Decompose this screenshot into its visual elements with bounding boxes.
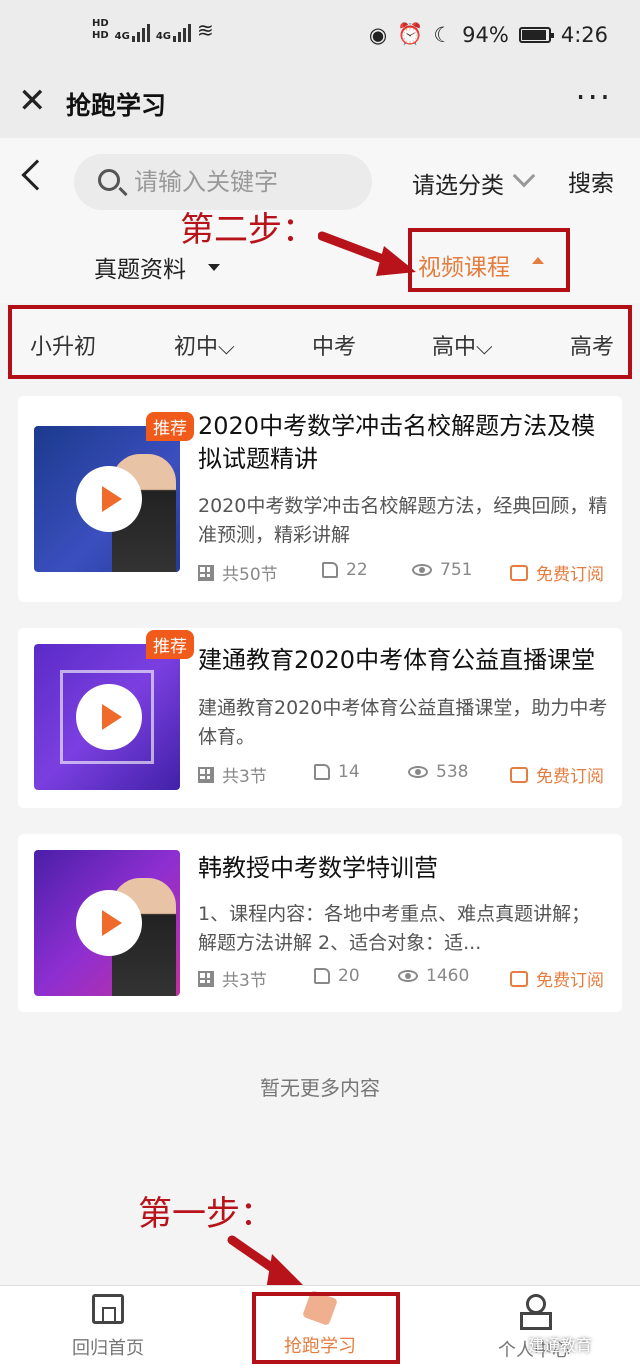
tab-xiaoshengchu[interactable]: 小升初 [30,329,96,361]
eye-comfort-icon: ◉ [368,22,388,47]
course-card[interactable]: 韩教授中考数学特训营 1、课程内容：各地中考重点、难点真题讲解；解题方法讲解 2… [18,834,622,1012]
hd1-label: HD [92,18,109,29]
more-icon[interactable]: ··· [575,78,612,116]
back-arrow-icon[interactable] [21,159,53,191]
course-thumbnail[interactable] [34,426,180,572]
search-input[interactable] [134,164,354,200]
views-icon [408,766,428,778]
caret-up-icon [532,257,544,264]
lessons-icon [198,564,214,581]
net2-label: 4G [155,31,172,42]
page-title: 抢跑学习 [66,91,167,120]
recommend-badge: 推荐 [146,630,194,659]
course-title[interactable]: 2020中考数学冲击名校解题方法及模拟试题精讲 [198,410,608,476]
watermark: 建通教育 [528,1336,593,1355]
lesson-count: 共50节 [222,565,278,585]
caret-down-icon [208,264,220,271]
annotation-arrow-step2 [318,231,416,276]
status-indicators: HD HD 4G 4G ≋ [92,18,214,42]
like-icon [322,562,338,578]
course-meta: 共3节 20 1460 免费订阅 [198,966,608,991]
search-icon [98,169,120,191]
subscribe-icon [510,564,528,581]
battery-percent: 94% [462,22,509,47]
like-count: 14 [338,762,360,782]
course-desc: 1、课程内容：各地中考重点、难点真题讲解；解题方法讲解 2、适合对象：适... [198,903,591,954]
view-count: 538 [436,762,469,782]
alarm-icon: ⏰ [397,22,424,46]
subscribe-icon [510,766,528,783]
course-title[interactable]: 建通教育2020中考体育公益直播课堂 [198,644,608,677]
category-select[interactable]: 请选分类 [412,166,504,200]
course-meta: 共3节 14 538 免费订阅 [198,762,608,787]
tab-gaokao[interactable]: 高考 [570,329,614,361]
annotation-step2: 第二步： [180,210,316,250]
course-desc: 建通教育2020中考体育公益直播课堂，助力中考体育。 [198,697,608,748]
play-icon[interactable] [76,466,142,532]
view-count: 1460 [426,966,470,986]
like-icon [314,764,330,780]
recommend-badge: 推荐 [146,412,194,441]
grade-tab-bar: 小升初 初中⌵ 中考 高中⌵ 高考 [8,305,632,379]
lesson-count: 共3节 [222,971,267,991]
subscribe-button[interactable]: 免费订阅 [536,966,604,991]
moon-icon: ☾ [433,22,453,47]
course-card[interactable]: 推荐 建通教育2020中考体育公益直播课堂 建通教育2020中考体育公益直播课堂… [18,628,622,808]
views-icon [412,564,432,576]
net1-label: 4G [114,31,130,42]
subscribe-icon [510,970,528,987]
lessons-icon [198,970,214,987]
tab-zhongkao[interactable]: 中考 [312,329,356,361]
like-count: 22 [346,560,368,580]
no-more-content: 暂无更多内容 [260,1076,380,1100]
nav-home[interactable]: 回归首页 [48,1294,168,1360]
nav-home-label: 回归首页 [72,1338,144,1359]
play-icon[interactable] [76,890,142,956]
course-thumbnail[interactable] [34,644,180,790]
like-count: 20 [338,966,360,986]
lessons-icon [198,766,214,783]
search-button[interactable]: 搜索 [568,164,614,198]
home-icon [92,1294,124,1324]
signal-icon: 4G [115,24,150,42]
title-bar: ✕ 抢跑学习 ··· [0,72,640,138]
play-icon[interactable] [76,684,142,750]
course-meta: 共50节 22 751 免费订阅 [198,560,608,585]
course-desc: 2020中考数学冲击名校解题方法，经典回顾，精准预测，精彩讲解 [198,495,608,546]
subscribe-button[interactable]: 免费订阅 [536,762,604,787]
search-area: 请选分类 搜索 第二步： 真题资料 视频课程 [0,138,640,303]
tab-chuzhong[interactable]: 初中⌵ [174,329,235,361]
view-count: 751 [440,560,473,580]
wifi-icon: ≋ [197,18,214,42]
filter-real-exam[interactable]: 真题资料 [94,250,186,284]
close-icon[interactable]: ✕ [18,84,48,118]
person-icon [518,1294,552,1330]
course-thumbnail[interactable] [34,850,180,996]
lesson-count: 共3节 [222,767,267,787]
video-course-label: 视频课程 [418,255,510,281]
status-right: ◉ ⏰ ☾ 94% 4:26 [369,22,608,47]
views-icon [398,970,418,982]
status-bar: HD HD 4G 4G ≋ ◉ ⏰ ☾ 94% 4:26 [0,0,640,72]
hd-indicator: HD HD [92,18,109,42]
annotation-step1: 第一步： [138,1194,274,1234]
subscribe-button[interactable]: 免费订阅 [536,560,604,585]
annotation-highlight-study [252,1292,400,1364]
filter-video-course[interactable]: 视频课程 [408,228,570,292]
hd2-label: HD [92,30,109,41]
course-card[interactable]: 推荐 2020中考数学冲击名校解题方法及模拟试题精讲 2020中考数学冲击名校解… [18,396,622,602]
course-title[interactable]: 韩教授中考数学特训营 [198,852,608,885]
battery-icon [518,26,554,43]
tab-gaozhong[interactable]: 高中⌵ [432,329,493,361]
chevron-down-icon[interactable] [512,164,536,188]
signal-icon-2: 4G [155,24,192,42]
clock: 4:26 [560,22,608,47]
like-icon [314,968,330,984]
